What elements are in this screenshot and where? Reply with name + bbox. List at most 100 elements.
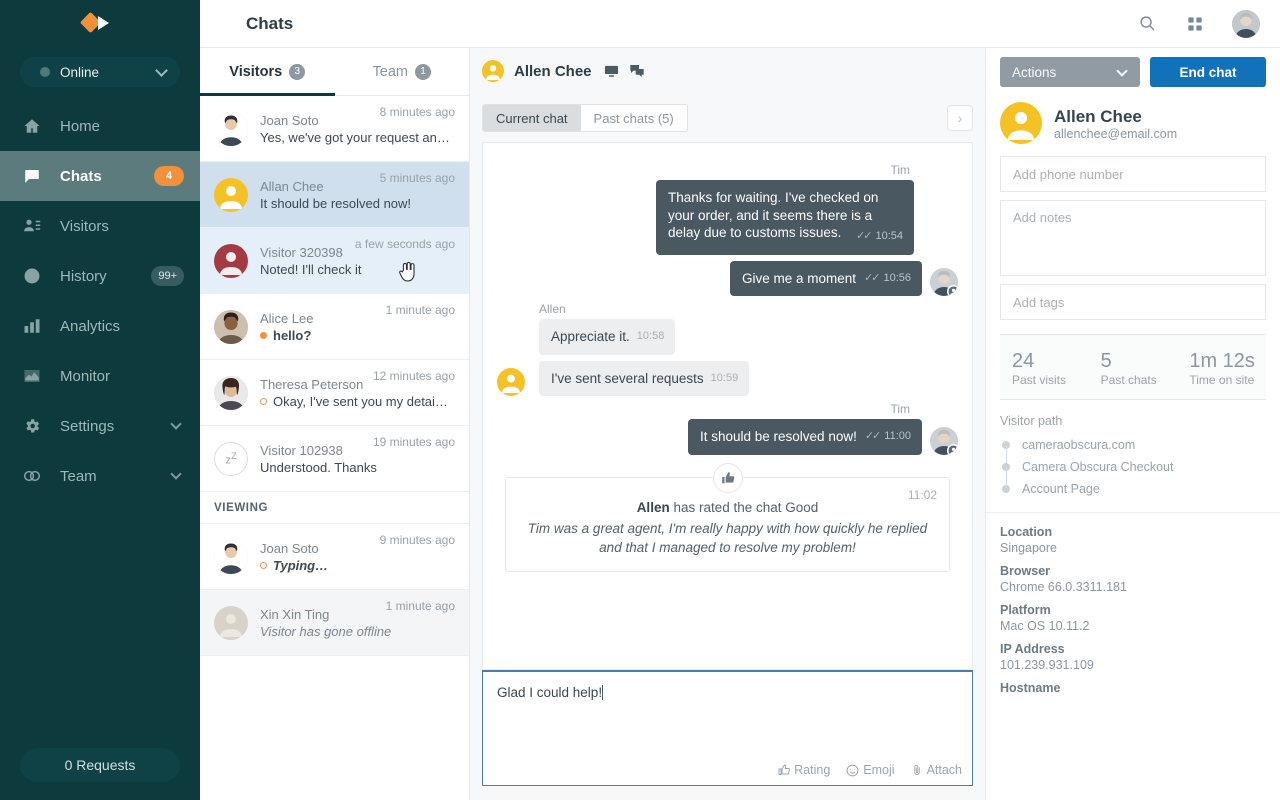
requests-button[interactable]: 0 Requests [20, 748, 180, 782]
composer-input[interactable]: Glad I could help! [483, 672, 972, 713]
sidebar-item-visitors[interactable]: Visitors [0, 201, 200, 251]
avatar [214, 112, 248, 146]
message-bubble: Give me a moment ✓✓ 10:56 [730, 261, 922, 297]
rating-comment: Tim was a great agent, I'm really happy … [520, 519, 935, 557]
avatar [482, 60, 504, 82]
topbar: Chats [200, 0, 1280, 48]
tab-badge: 1 [415, 64, 431, 80]
actions-button[interactable]: Actions [1000, 57, 1140, 87]
message-bubble: It should be resolved now! ✓✓ 11:00 [688, 419, 922, 455]
stat-past-visits: 24 Past visits [1000, 349, 1089, 387]
list-item[interactable]: Allan Chee It should be resolved now! 5 … [200, 162, 469, 228]
tags-field[interactable]: Add tags [1000, 284, 1266, 320]
list-item[interactable]: Joan Soto Yes, we've got your request an… [200, 96, 469, 162]
attach-button-label: Attach [927, 763, 962, 777]
tab-label: Team [373, 64, 408, 80]
message-row: Thanks for waiting. I've checked on your… [497, 180, 958, 255]
viewing-section-header: VIEWING [200, 492, 469, 524]
list-item-time: 5 minutes ago [380, 171, 455, 185]
text-caret [602, 685, 603, 700]
attach-button[interactable]: Attach [911, 763, 962, 777]
tab-past-chats[interactable]: Past chats (5) [581, 105, 687, 131]
sidebar-item-team[interactable]: Team [0, 451, 200, 501]
sidebar-item-chats[interactable]: Chats 4 [0, 151, 200, 201]
avatar [930, 268, 958, 296]
list-item-message: Understood. Thanks [260, 459, 455, 477]
sidebar-item-label: Settings [60, 418, 114, 435]
agent-badge-icon [947, 285, 958, 296]
tags-field-placeholder: Add tags [1013, 295, 1064, 310]
tab-visitors[interactable]: Visitors 3 [200, 48, 335, 95]
screen-share-icon[interactable] [604, 64, 619, 79]
sidebar-nav: Home Chats 4 Visitors History 99+ Analyt… [0, 101, 200, 501]
sidebar-item-home[interactable]: Home [0, 101, 200, 151]
message-text: Give me a moment [742, 270, 856, 288]
gear-icon [22, 416, 42, 436]
sidebar-item-monitor[interactable]: Monitor [0, 351, 200, 401]
avatar [214, 606, 248, 640]
list-item[interactable]: zZ Visitor 102938 Understood. Thanks 19 … [200, 426, 469, 492]
app-logo[interactable] [0, 0, 200, 48]
conversation-panel: Allen Chee Current chat Past chats (5) › [470, 48, 986, 800]
visitor-path-item: cameraobscura.com [1000, 434, 1266, 456]
list-item[interactable]: Theresa Peterson Okay, I've sent you my … [200, 360, 469, 426]
conversation-tabs: Current chat Past chats (5) › [470, 94, 985, 142]
list-item[interactable]: Alice Lee hello? 1 minute ago [200, 294, 469, 360]
message-time: 10:59 [711, 370, 739, 388]
visitor-path-item: Camera Obscura Checkout [1000, 456, 1266, 478]
list-item-message: Okay, I've sent you my detai… [260, 393, 455, 411]
stat-label: Past chats [1101, 373, 1178, 387]
message-sender-label: Allen [497, 302, 958, 316]
phone-field[interactable]: Add phone number [1000, 156, 1266, 192]
meta-key: IP Address [1000, 642, 1266, 656]
emoji-button[interactable]: Emoji [846, 763, 894, 777]
pending-ring-icon [260, 398, 267, 405]
list-item[interactable]: Joan Soto Typing… 9 minutes ago [200, 524, 469, 590]
chat-bubbles-icon[interactable] [629, 64, 645, 78]
message-sender-label: Tim [497, 402, 958, 416]
end-chat-button[interactable]: End chat [1150, 57, 1266, 87]
chat-rating-card: 11:02 Allen has rated the chat Good Tim … [505, 477, 950, 572]
status-selector[interactable]: Online [20, 57, 180, 87]
meta-key: Hostname [1000, 681, 1266, 695]
list-item[interactable]: Xin Xin Ting Visitor has gone offline 1 … [200, 590, 469, 656]
agent-avatar[interactable] [1232, 10, 1260, 38]
composer-tools: Rating Emoji Attach [778, 763, 962, 777]
list-item-message-text: hello? [273, 328, 311, 343]
actions-button-label: Actions [1012, 65, 1056, 80]
avatar: zZ [214, 442, 248, 476]
message-sender-label: Tim [497, 163, 958, 177]
stat-time-on-site: 1m 12s Time on site [1177, 349, 1266, 387]
search-icon[interactable] [1136, 13, 1158, 35]
grid-apps-icon[interactable] [1184, 13, 1206, 35]
chevron-down-icon [170, 418, 181, 429]
rating-button[interactable]: Rating [778, 763, 830, 777]
meta-key: Platform [1000, 603, 1266, 617]
avatar [214, 310, 248, 344]
read-ticks-icon: ✓✓ [865, 428, 879, 446]
visitor-info-panel: Actions End chat Allen Chee allenchee@em… [986, 48, 1280, 800]
status-label: Online [60, 65, 99, 80]
list-item-message: Yes, we've got your request an… [260, 129, 455, 147]
list-item-message-text: Typing… [273, 558, 328, 573]
avatar [497, 368, 525, 396]
list-item-message: It should be resolved now! [260, 195, 455, 213]
notes-field[interactable]: Add notes [1000, 200, 1266, 276]
message-composer[interactable]: Glad I could help! Rating Emoji Attac [482, 670, 973, 786]
message-bubble: I've sent several requests 10:59 [539, 361, 749, 397]
visitor-path: Visitor path cameraobscura.com Camera Ob… [986, 400, 1280, 513]
monitor-icon [22, 366, 42, 386]
message-time: 10:54 [875, 230, 903, 242]
chat-list-panel: Visitors 3 Team 1 Joan Soto [200, 48, 470, 800]
message-time: 10:56 [883, 270, 911, 288]
next-arrow-button[interactable]: › [947, 105, 973, 131]
emoji-button-label: Emoji [863, 763, 894, 777]
list-item[interactable]: Visitor 320398 Noted! I'll check it a fe… [200, 228, 469, 294]
list-item-message-text: Okay, I've sent you my detai… [273, 394, 448, 409]
tab-current-chat[interactable]: Current chat [483, 105, 581, 131]
sidebar-item-settings[interactable]: Settings [0, 401, 200, 451]
sidebar-item-history[interactable]: History 99+ [0, 251, 200, 301]
sidebar-item-analytics[interactable]: Analytics [0, 301, 200, 351]
app-root: Online Home Chats 4 Visitors History 99+ [0, 0, 1280, 800]
tab-team[interactable]: Team 1 [335, 48, 470, 95]
